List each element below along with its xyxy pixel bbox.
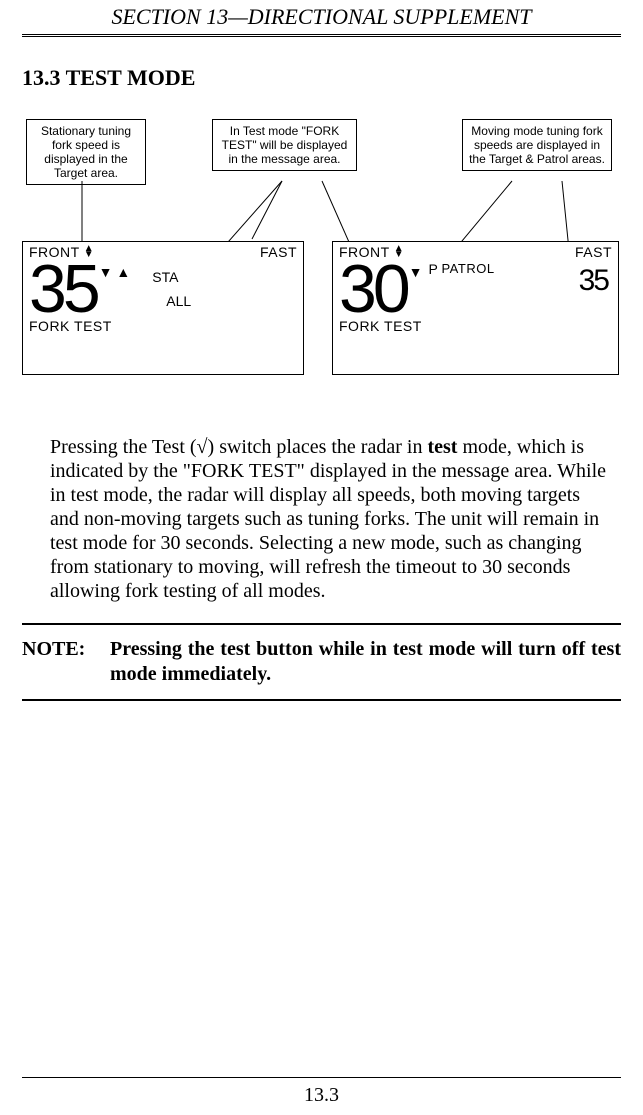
page-header: SECTION 13—DIRECTIONAL SUPPLEMENT: [22, 0, 621, 37]
body-text-bold: test: [427, 436, 457, 458]
divider: [22, 699, 621, 701]
fork-test-label: FORK TEST: [333, 318, 618, 336]
display-moving: FRONT ▲▼ FAST 30 ▼ P PATROL 35 FORK TEST: [332, 241, 619, 375]
p-indicator: P: [429, 261, 438, 277]
callout-moving: Moving mode tuning fork speeds are displ…: [462, 119, 612, 171]
direction-arrow: ▼: [407, 260, 423, 280]
mode-all: ALL: [138, 292, 191, 310]
body-paragraph: Pressing the Test (√) switch places the …: [50, 435, 613, 603]
divider: [22, 623, 621, 625]
target-speed: 30: [339, 260, 407, 318]
display-stationary: FRONT ▲▼ FAST 35 ▼ ▲ STA ALL FORK TEST: [22, 241, 304, 375]
fast-label: FAST: [260, 244, 297, 260]
direction-arrows: ▼ ▲: [97, 260, 131, 280]
body-text-c: mode, which is indicated by the "FORK TE…: [50, 436, 606, 602]
callout-test-mode: In Test mode "FORK TEST" will be display…: [212, 119, 357, 171]
mode-sta: STA: [138, 268, 191, 286]
note-block: NOTE: Pressing the test button while in …: [22, 637, 621, 687]
fork-test-label: FORK TEST: [23, 318, 303, 336]
diagram-area: Stationary tuning fork speed is displaye…: [22, 119, 621, 399]
note-label: NOTE:: [22, 637, 110, 687]
section-title: 13.3 TEST MODE: [22, 65, 621, 91]
page-footer: 13.3: [22, 1077, 621, 1107]
note-text: Pressing the test button while in test m…: [110, 637, 621, 687]
callout-stationary: Stationary tuning fork speed is displaye…: [26, 119, 146, 185]
page-number: 13.3: [304, 1084, 339, 1106]
patrol-label: PATROL: [441, 261, 494, 276]
patrol-speed: 35: [429, 274, 613, 288]
page: SECTION 13—DIRECTIONAL SUPPLEMENT 13.3 T…: [0, 0, 643, 1115]
body-text-a: Pressing the Test (√) switch places the …: [50, 436, 427, 458]
fast-label: FAST: [575, 244, 612, 260]
target-speed: 35: [29, 260, 97, 318]
